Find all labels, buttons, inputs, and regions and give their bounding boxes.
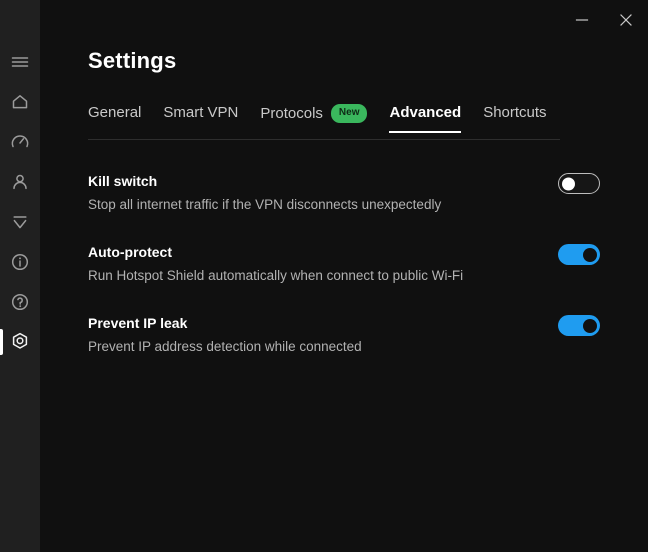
home-icon [10, 92, 30, 112]
sidebar-item-upgrade[interactable] [0, 202, 40, 242]
hamburger-menu-icon [10, 52, 30, 72]
tab-smart-vpn[interactable]: Smart VPN [163, 102, 238, 133]
sidebar-item-settings[interactable] [0, 322, 40, 362]
tabs-divider [88, 139, 560, 140]
upload-chevron-icon [10, 212, 30, 232]
minimize-button[interactable] [560, 3, 604, 37]
page-title: Settings [88, 48, 177, 73]
setting-description: Run Hotspot Shield automatically when co… [88, 268, 464, 283]
setting-texts: Prevent IP leak Prevent IP address detec… [88, 315, 538, 354]
tab-general[interactable]: General [88, 102, 141, 133]
info-circle-icon [10, 252, 30, 272]
sidebar-item-info[interactable] [0, 242, 40, 282]
gear-hexagon-icon [9, 331, 31, 353]
tab-advanced[interactable]: Advanced [389, 102, 461, 133]
sidebar-item-home[interactable] [0, 82, 40, 122]
setting-row-kill-switch: Kill switch Stop all internet traffic if… [88, 165, 600, 236]
setting-texts: Auto-protect Run Hotspot Shield automati… [88, 244, 538, 283]
toggle-prevent-ip-leak[interactable] [558, 315, 600, 336]
close-button[interactable] [604, 3, 648, 37]
setting-row-prevent-ip-leak: Prevent IP leak Prevent IP address detec… [88, 307, 600, 378]
tab-label: Protocols [260, 105, 323, 122]
sidebar-item-speed[interactable] [0, 122, 40, 162]
speedometer-icon [10, 132, 30, 152]
sidebar-item-help[interactable] [0, 282, 40, 322]
tab-label: Smart VPN [163, 104, 239, 121]
tab-shortcuts[interactable]: Shortcuts [483, 102, 546, 133]
toggle-auto-protect[interactable] [558, 244, 600, 265]
setting-texts: Kill switch Stop all internet traffic if… [88, 173, 538, 212]
sidebar-item-menu[interactable] [0, 42, 40, 82]
question-circle-icon [10, 292, 30, 312]
setting-title: Auto-protect [88, 244, 172, 260]
new-badge: New [330, 104, 368, 123]
settings-window: Settings General Smart VPN Protocols New… [0, 0, 648, 552]
setting-description: Prevent IP address detection while conne… [88, 339, 362, 354]
person-icon [10, 172, 30, 192]
setting-row-auto-protect: Auto-protect Run Hotspot Shield automati… [88, 236, 600, 307]
tab-label: Advanced [389, 104, 462, 121]
toggle-kill-switch[interactable] [558, 173, 600, 194]
navigation-sidebar [0, 0, 40, 552]
toggle-knob [583, 247, 597, 262]
active-indicator [0, 329, 3, 355]
toggle-knob [583, 318, 597, 333]
tab-protocols[interactable]: Protocols New [260, 102, 368, 135]
setting-title: Prevent IP leak [88, 315, 188, 331]
tab-label: Shortcuts [483, 104, 547, 121]
window-controls [560, 0, 648, 40]
toggle-knob [561, 177, 575, 190]
settings-tabs: General Smart VPN Protocols New Advanced… [88, 102, 560, 135]
setting-title: Kill switch [88, 173, 158, 189]
settings-list: Kill switch Stop all internet traffic if… [88, 165, 600, 378]
setting-description: Stop all internet traffic if the VPN dis… [88, 197, 442, 212]
sidebar-item-account[interactable] [0, 162, 40, 202]
main-content: Settings General Smart VPN Protocols New… [40, 0, 648, 552]
tab-label: General [88, 104, 142, 121]
